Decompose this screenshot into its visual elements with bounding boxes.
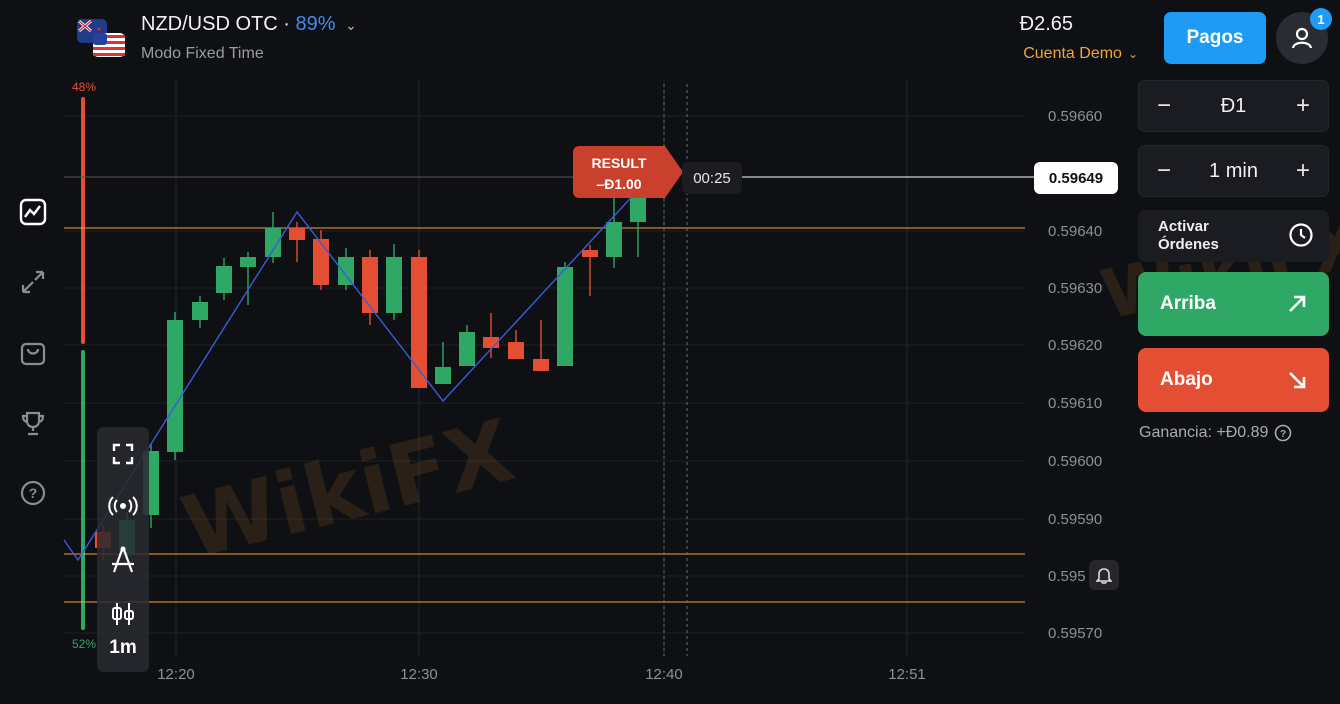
candle — [362, 257, 378, 313]
time-increase-button[interactable]: + — [1296, 157, 1310, 185]
account-balance: Đ2.65 — [1019, 13, 1073, 35]
y-tick-label: 0.59590 — [1048, 511, 1102, 528]
shop-bag-icon[interactable] — [18, 338, 48, 368]
account-type: Cuenta Demo — [1023, 45, 1122, 62]
y-tick-label: 0.59610 — [1048, 395, 1102, 412]
profit-text: Ganancia: +Đ0.89 — [1139, 424, 1269, 441]
profit-info: Ganancia: +Đ0.89 ? — [1139, 424, 1292, 442]
notification-badge: 1 — [1310, 8, 1332, 30]
sentiment-bottom-label: 52% — [72, 637, 96, 651]
arriba-button[interactable]: Arriba — [1138, 272, 1329, 336]
signals-icon[interactable] — [97, 492, 149, 520]
chevron-down-icon: ⌄ — [1127, 47, 1138, 61]
drawing-tools-icon[interactable] — [97, 543, 149, 577]
sentiment-top-label: 48% — [72, 80, 96, 94]
x-tick-label: 12:30 — [400, 666, 438, 683]
amount-increase-button[interactable]: + — [1296, 92, 1310, 120]
chart-icon[interactable] — [18, 197, 48, 227]
price-alert-button[interactable] — [1089, 560, 1119, 590]
candle — [313, 239, 329, 285]
time-value[interactable]: 1 min — [1209, 160, 1258, 183]
chevron-down-icon: ⌄ — [345, 17, 357, 33]
candle — [216, 266, 232, 293]
fullscreen-icon[interactable] — [97, 440, 149, 468]
candle — [411, 257, 427, 388]
expiry-timer: 00:25 — [682, 162, 742, 194]
timeframe-selector[interactable]: 1m — [97, 636, 149, 660]
y-tick-label: 0.59640 — [1048, 223, 1102, 240]
amount-stepper: − Đ1 + — [1138, 80, 1329, 132]
amount-value[interactable]: Đ1 — [1221, 95, 1247, 118]
y-tick-label: 0.59620 — [1048, 337, 1102, 354]
trophy-icon[interactable] — [18, 408, 48, 438]
candle — [192, 302, 208, 320]
candle — [338, 257, 354, 285]
y-tick-label: 0.59570 — [1048, 625, 1102, 642]
user-icon — [1291, 27, 1313, 49]
x-tick-label: 12:40 — [645, 666, 683, 683]
nzd-usd-flag-icon — [77, 19, 125, 57]
candle — [533, 359, 549, 371]
result-label: RESULT — [591, 155, 647, 171]
candle — [386, 257, 402, 313]
separator: · — [283, 13, 290, 35]
candle — [167, 320, 183, 452]
payout-percent: 89% — [295, 13, 336, 35]
candle — [459, 332, 475, 366]
x-tick-label: 12:51 — [888, 666, 926, 683]
trades-arrows-icon[interactable] — [18, 267, 48, 297]
sentiment-sell-bar — [81, 97, 85, 344]
bell-icon — [1096, 568, 1112, 584]
svg-text:?: ? — [29, 485, 38, 501]
asset-selector[interactable]: NZD/USD OTC · 89% ⌄ — [141, 13, 357, 36]
help-icon[interactable]: ? — [18, 478, 48, 508]
arrow-down-right-icon — [1289, 372, 1306, 389]
pending-orders-label: Activar Órdenes — [1158, 218, 1219, 253]
time-stepper: − 1 min + — [1138, 145, 1329, 197]
candle — [606, 222, 622, 257]
x-tick-label: 12:20 — [157, 666, 195, 683]
candle — [508, 342, 524, 359]
arriba-label: Arriba — [1160, 293, 1216, 314]
result-value: –Đ1.00 — [596, 176, 642, 192]
candle — [557, 267, 573, 366]
result-tag: RESULT –Đ1.00 — [573, 146, 683, 198]
sentiment-buy-bar — [81, 350, 85, 630]
candle — [240, 257, 256, 267]
candle — [630, 196, 646, 222]
candle — [289, 228, 305, 240]
trading-mode: Modo Fixed Time — [141, 45, 264, 62]
amount-decrease-button[interactable]: − — [1157, 92, 1171, 120]
candles-icon[interactable] — [97, 600, 149, 628]
abajo-label: Abajo — [1160, 369, 1213, 390]
candle — [435, 367, 451, 384]
help-icon[interactable]: ? — [1274, 424, 1292, 442]
abajo-button[interactable]: Abajo — [1138, 348, 1329, 412]
clock-icon — [1289, 223, 1313, 247]
account-selector[interactable]: Cuenta Demo ⌄ — [1023, 45, 1138, 63]
y-tick-label: 0.595 — [1048, 568, 1086, 585]
payments-button[interactable]: Pagos — [1164, 12, 1266, 64]
y-tick-label: 0.59660 — [1048, 108, 1102, 125]
candle — [582, 250, 598, 257]
time-decrease-button[interactable]: − — [1157, 157, 1171, 185]
y-tick-label: 0.59630 — [1048, 280, 1102, 297]
svg-text:?: ? — [1280, 429, 1286, 440]
arrow-up-right-icon — [1289, 295, 1306, 312]
current-price-tag: 0.59649 — [1034, 162, 1118, 194]
asset-name: NZD/USD OTC — [141, 13, 278, 35]
y-tick-label: 0.59600 — [1048, 453, 1102, 470]
